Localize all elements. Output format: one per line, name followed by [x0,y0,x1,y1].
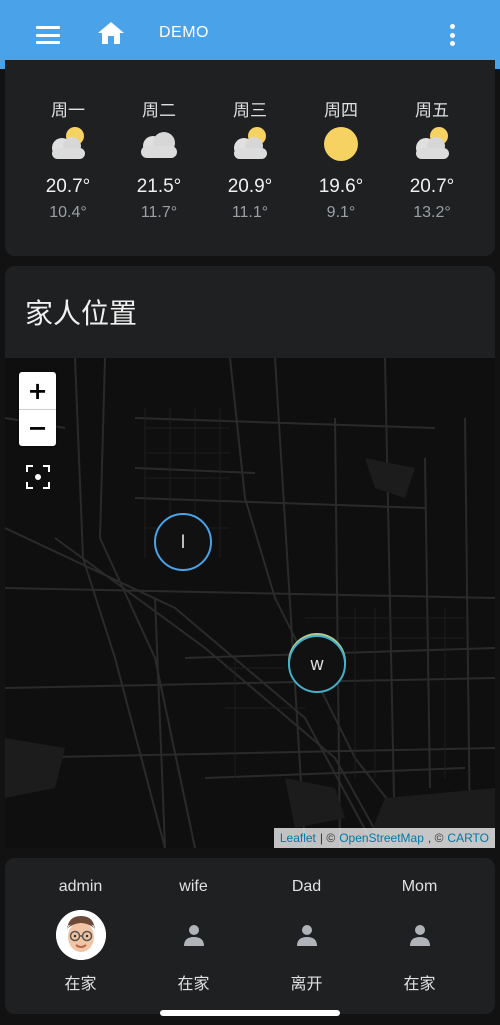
forecast-day-name: 周二 [142,101,176,121]
forecast-high: 20.7° [409,176,455,197]
people-card: admin 在家 wife 在家 Dad 离开 Mom 在家 [5,858,495,1014]
menu-icon[interactable] [36,26,60,44]
app-bar: DEMO [0,0,500,69]
person-entity[interactable]: admin 在家 [24,878,137,994]
attribution-separator: | © [319,831,336,845]
zoom-control: + − [19,372,56,446]
fit-bounds-icon[interactable] [25,464,51,490]
forecast-high: 21.5° [136,176,182,197]
person-status: 在家 [177,974,210,993]
map-marker-person[interactable]: l [154,513,212,571]
forecast-day-name: 周三 [233,101,267,121]
forecast-low: 10.4° [49,204,87,221]
person-status: 离开 [290,974,323,993]
forecast-day: 周二 21.5° 11.7° [114,96,204,236]
osm-link[interactable]: OpenStreetMap [339,831,424,845]
carto-link[interactable]: CARTO [447,831,489,845]
person-icon [183,925,204,946]
leaflet-link[interactable]: Leaflet [280,831,316,845]
person-status: 在家 [403,974,436,993]
map-attribution: Leaflet | © OpenStreetMap , © CARTO [273,828,495,848]
forecast-day: 周五 20.7° 13.2° [387,96,477,236]
map-view[interactable]: + − l w Leaflet | © OpenStreetMap , © CA… [5,358,495,848]
partly-cloudy-icon [205,124,295,166]
person-name: Mom [401,878,438,895]
people-row: admin 在家 wife 在家 Dad 离开 Mom 在家 [24,878,476,994]
forecast-day: 周三 20.9° 11.1° [205,96,295,236]
person-name: admin [58,878,103,895]
zoom-in-button[interactable]: + [19,372,56,409]
home-icon [98,22,124,44]
forecast-low: 11.7° [140,204,178,221]
partly-cloudy-icon [23,124,113,166]
forecast-high: 20.7° [45,176,91,197]
forecast-day: 周四 19.6° 9.1° [296,96,386,236]
person-name: wife [179,878,208,895]
partly-cloudy-icon [387,124,477,166]
forecast-day-name: 周四 [324,101,358,121]
zoom-out-button[interactable]: − [19,409,56,446]
card-title: 家人位置 [25,297,138,330]
forecast-day-name: 周五 [415,101,449,121]
family-location-card: 家人位置 + − l w Leaflet | © OpenStreetMap ,… [5,266,495,848]
forecast-low: 13.2° [413,204,451,221]
forecast-high: 19.6° [318,176,364,197]
map-marker-person[interactable]: w [288,635,346,693]
map-tiles [5,358,495,848]
tab-demo[interactable]: DEMO [159,24,209,42]
forecast-day: 周一 20.7° 10.4° [23,96,113,236]
weather-forecast-card: 周一 20.7° 10.4° 周二 21.5° 11.7° 周三 20.9° 1… [5,60,495,256]
person-name: Dad [291,878,322,895]
tab-home[interactable] [82,0,140,69]
person-icon [409,925,430,946]
forecast-low: 9.1° [326,204,356,221]
forecast-row: 周一 20.7° 10.4° 周二 21.5° 11.7° 周三 20.9° 1… [23,96,477,236]
attribution-separator: , © [427,831,444,845]
person-entity[interactable]: Dad 离开 [250,878,363,994]
forecast-day-name: 周一 [51,101,85,121]
cloudy-icon [114,124,204,166]
person-entity[interactable]: wife 在家 [137,878,250,994]
forecast-high: 20.9° [227,176,273,197]
more-vert-icon[interactable] [446,24,458,46]
person-entity[interactable]: Mom 在家 [363,878,476,994]
forecast-low: 11.1° [231,204,269,221]
person-status: 在家 [64,974,97,993]
memoji-avatar [55,910,106,960]
person-icon [296,925,317,946]
sunny-icon [296,124,386,166]
home-indicator[interactable] [160,1010,340,1016]
